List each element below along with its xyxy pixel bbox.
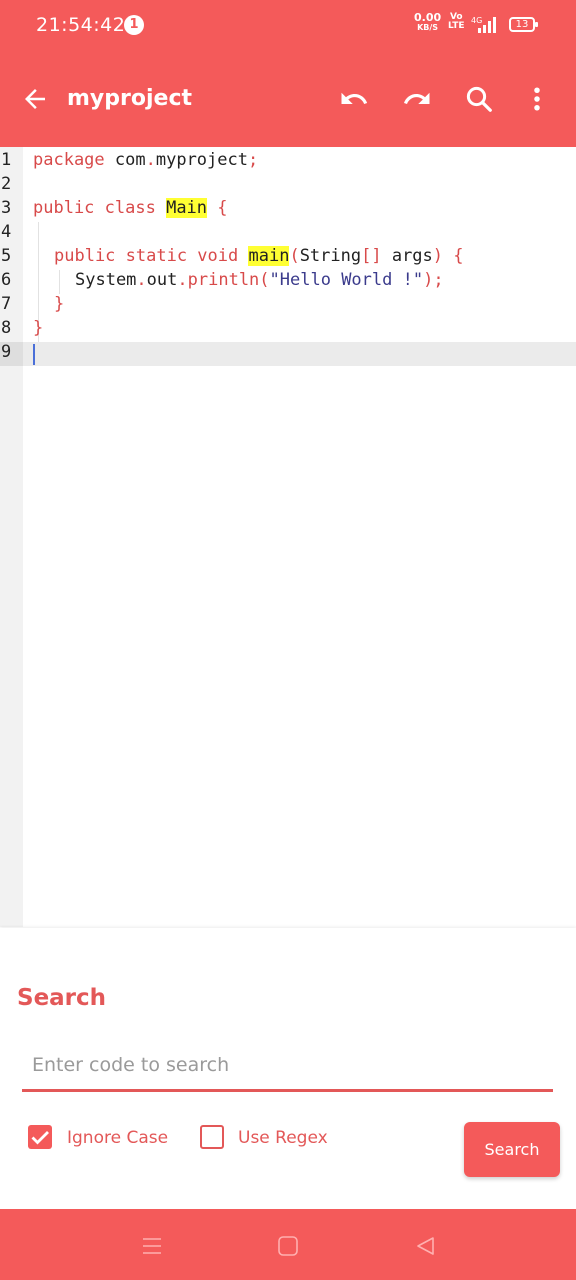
code-token: ; [247, 150, 259, 170]
code-line-8: } [33, 318, 43, 338]
code-token: ) [432, 246, 444, 266]
code-token: . [145, 150, 156, 170]
code-line-6: System.out.println("Hello World !"); [75, 270, 444, 290]
page-title: myproject [67, 86, 192, 111]
system-nav-bar [0, 1209, 576, 1280]
network-type: 4G [471, 16, 482, 25]
code-token: args [381, 246, 433, 266]
more-vert-icon[interactable] [522, 84, 552, 114]
code-token: System [75, 270, 137, 290]
code-token: ( [259, 270, 270, 290]
redo-icon[interactable] [402, 84, 432, 114]
code-editor[interactable]: 1 2 3 4 5 6 7 8 9 package com.myproject;… [0, 147, 576, 927]
search-input[interactable] [22, 1040, 553, 1092]
code-line-3: public class Main { [33, 198, 228, 218]
search-panel-title: Search [17, 985, 107, 1011]
line-number: 4 [1, 222, 12, 242]
line-number: 7 [1, 294, 12, 314]
ignore-case-checkbox[interactable] [28, 1125, 52, 1149]
code-token: com [104, 150, 146, 170]
current-line-highlight [23, 342, 576, 366]
notification-badge: 1 [124, 15, 144, 35]
code-token: println [187, 270, 260, 290]
code-line-7: } [54, 294, 64, 314]
network-speed-unit: KB/S [417, 23, 439, 32]
status-clock: 21:54:42 [36, 14, 126, 36]
status-bar: 21:54:42 1 0.00 KB/S Vo LTE 4G 13 [0, 0, 576, 50]
code-line-5: public static void main(String[] args) { [54, 246, 464, 266]
code-token: [] [361, 246, 382, 266]
use-regex-checkbox[interactable] [200, 1125, 224, 1149]
line-number: 6 [1, 270, 12, 290]
battery-icon: 13 [509, 17, 538, 32]
back-triangle-icon[interactable] [412, 1233, 438, 1259]
app-bar: myproject [0, 50, 576, 147]
undo-icon[interactable] [339, 84, 369, 114]
battery-level: 13 [515, 19, 529, 30]
code-token-highlighted: main [248, 246, 290, 266]
volte-bottom: LTE [448, 21, 465, 31]
line-number: 1 [1, 150, 12, 170]
code-token: out [146, 270, 178, 290]
home-square-icon[interactable] [275, 1233, 301, 1259]
code-token: myproject [155, 150, 248, 170]
line-number: 5 [1, 246, 12, 266]
code-token: public class [33, 198, 156, 218]
use-regex-label[interactable]: Use Regex [238, 1128, 328, 1148]
code-token: } [54, 294, 65, 314]
code-token: } [33, 318, 44, 338]
search-panel: Search Ignore Case Use Regex Search [0, 928, 576, 1209]
menu-lines-icon[interactable] [139, 1233, 165, 1259]
code-token: ); [423, 270, 444, 290]
code-line-1: package com.myproject; [33, 150, 258, 170]
code-token: package [33, 150, 105, 170]
indent-guide [59, 270, 60, 294]
text-cursor [33, 344, 35, 365]
code-token-highlighted: Main [166, 198, 208, 218]
code-token-string: "Hello World !" [269, 270, 424, 290]
signal-icon: 4G [471, 16, 496, 33]
ignore-case-label[interactable]: Ignore Case [67, 1128, 168, 1148]
network-speed: 0.00 KB/S [414, 12, 441, 32]
line-number: 9 [1, 342, 12, 362]
code-token: . [136, 270, 147, 290]
volte-indicator: Vo LTE [448, 13, 465, 31]
line-number: 8 [1, 318, 12, 338]
search-icon[interactable] [464, 84, 494, 114]
code-token: { [207, 198, 228, 218]
code-token: . [177, 270, 188, 290]
checkmark-icon [31, 1131, 49, 1145]
line-number: 2 [1, 174, 12, 194]
back-arrow-icon[interactable] [20, 84, 50, 114]
code-token: ( [289, 246, 300, 266]
line-number: 3 [1, 198, 12, 218]
code-token: public static void [54, 246, 239, 266]
code-token: String [299, 246, 362, 266]
code-token: { [443, 246, 464, 266]
search-button[interactable]: Search [464, 1122, 560, 1177]
